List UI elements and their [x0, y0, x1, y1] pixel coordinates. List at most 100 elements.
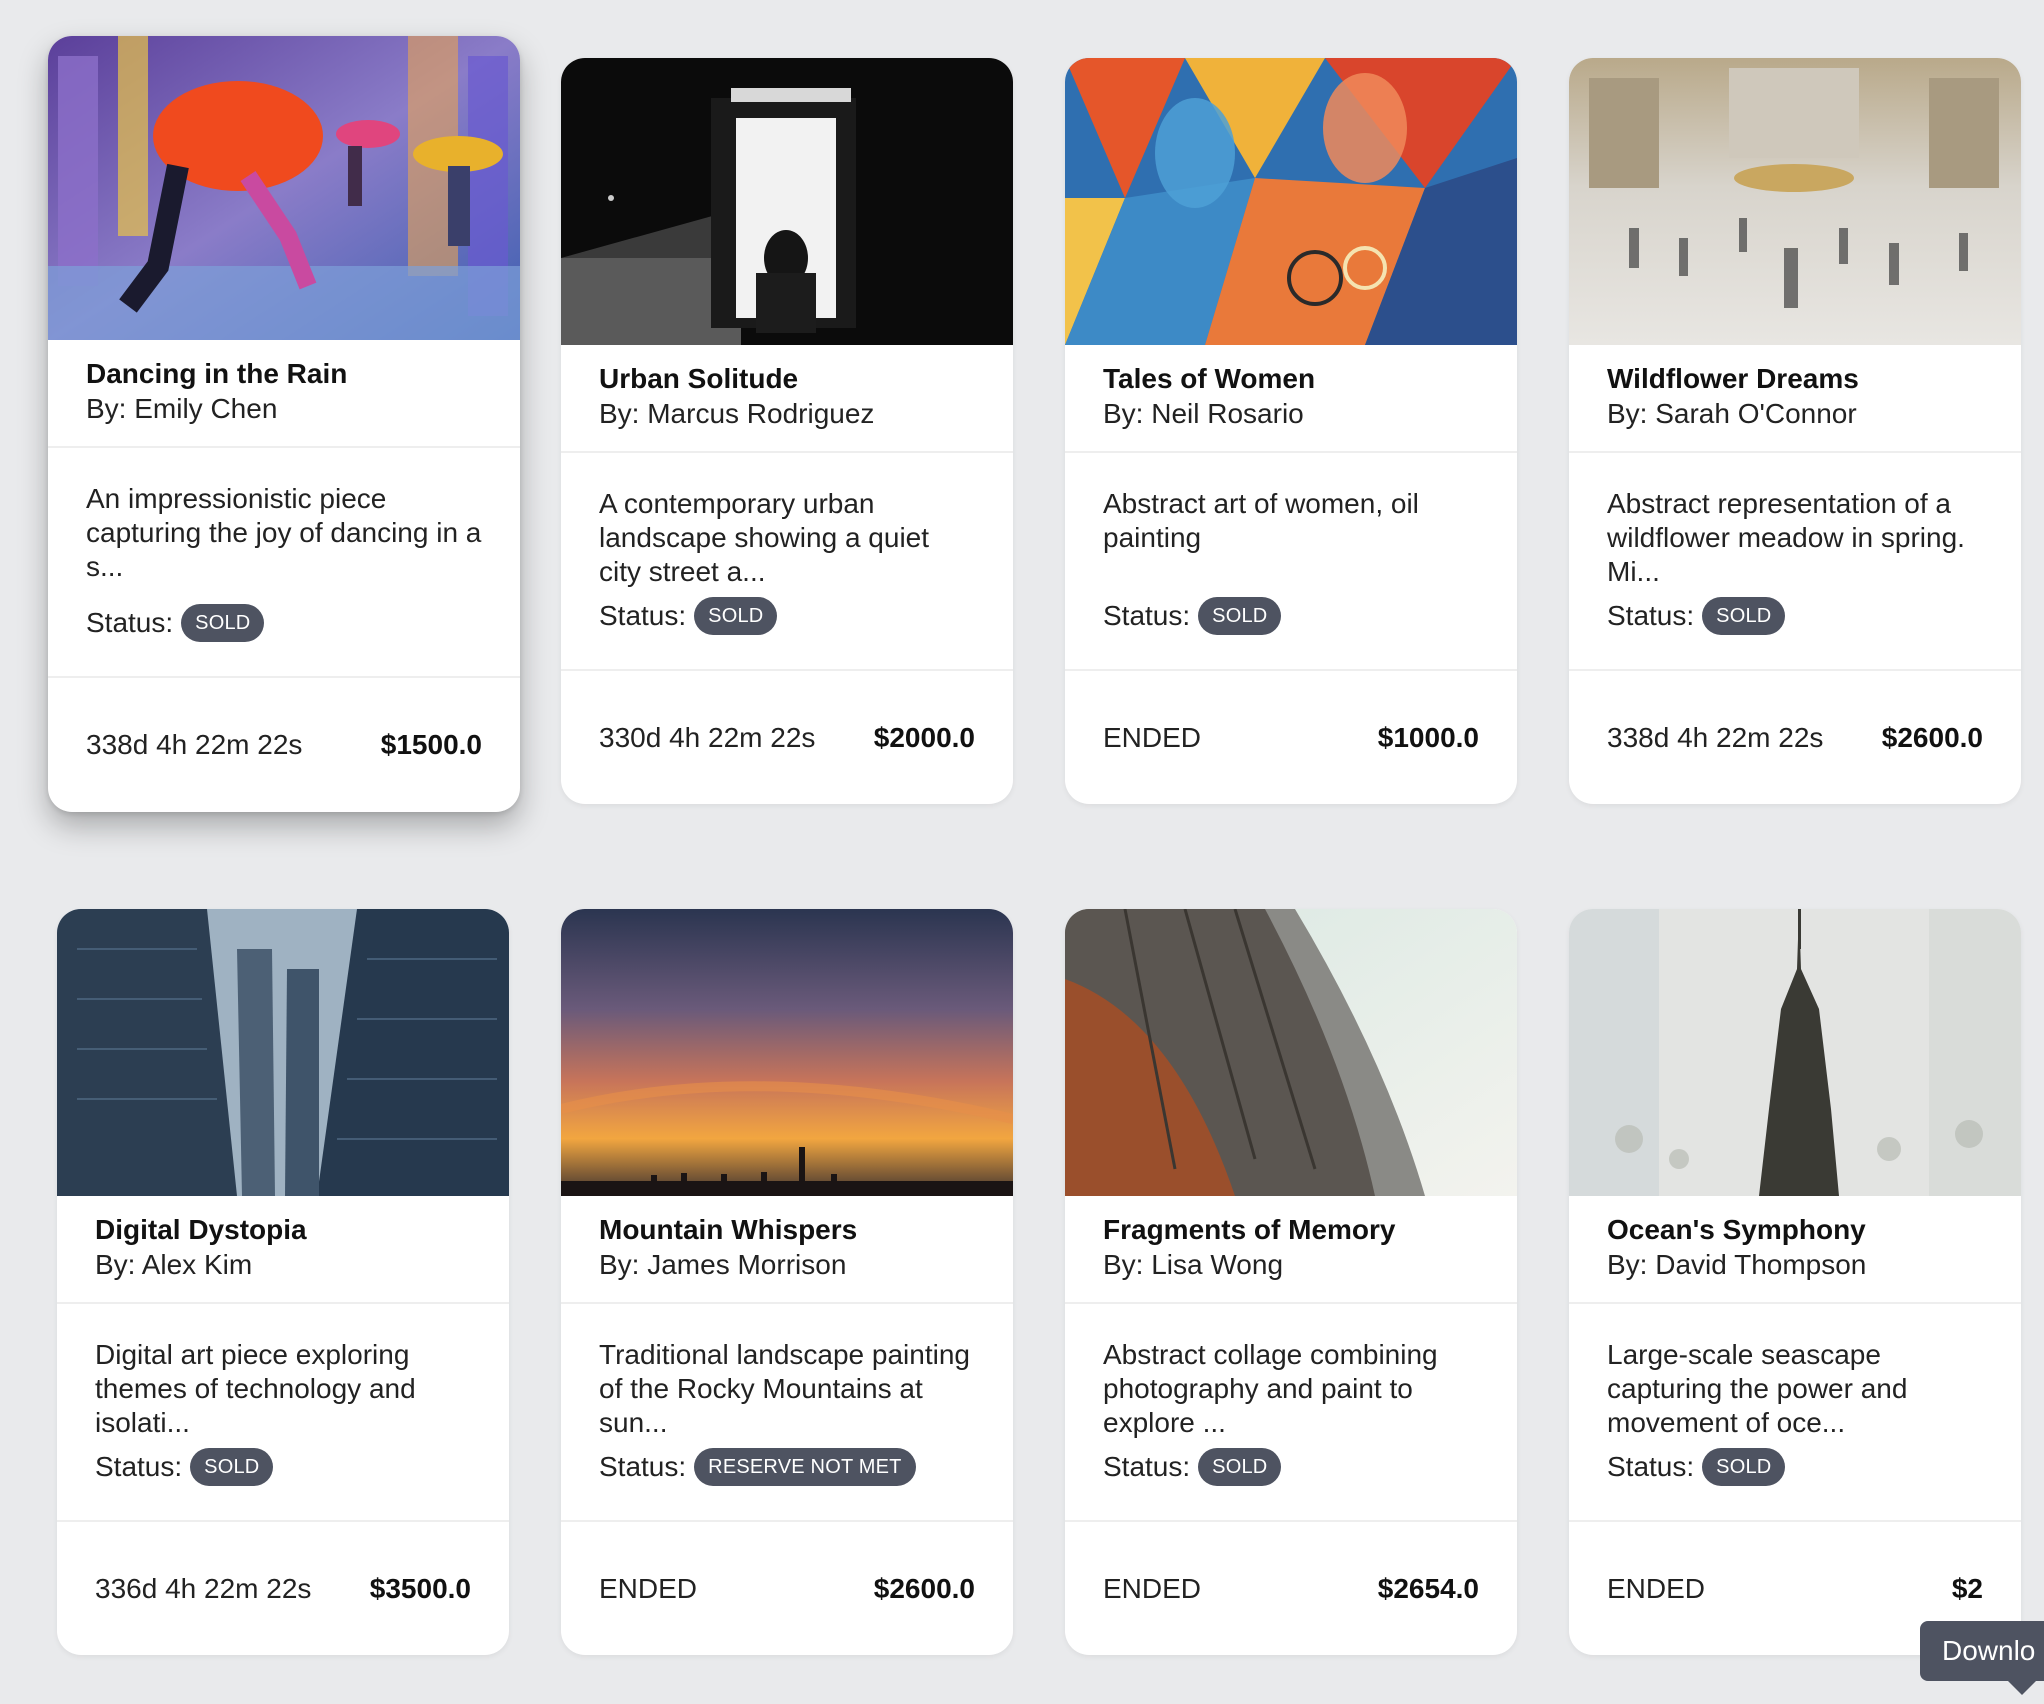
card-header: Digital Dystopia By: Alex Kim [57, 1196, 509, 1304]
artwork-description: Abstract representation of a wildflower … [1607, 488, 1965, 587]
artwork-card[interactable]: Wildflower Dreams By: Sarah O'Connor Abs… [1569, 58, 2021, 804]
card-header: Urban Solitude By: Marcus Rodriguez [561, 345, 1013, 453]
artist-name: By: Marcus Rodriguez [599, 398, 875, 429]
status-row: Status: SOLD [1607, 1448, 1786, 1486]
card-header: Dancing in the Rain By: Emily Chen [48, 340, 520, 448]
status-label: Status: [599, 600, 687, 631]
status-row: Status: SOLD [95, 1448, 274, 1486]
time-remaining: 338d 4h 22m 22s [1607, 721, 1824, 753]
artwork-image[interactable] [561, 58, 1013, 345]
price: $2000.0 [873, 721, 975, 753]
status-badge: RESERVE NOT MET [694, 1448, 916, 1486]
artwork-description: Digital art piece exploring themes of te… [95, 1339, 416, 1438]
artwork-title[interactable]: Digital Dystopia [95, 1212, 471, 1248]
price: $1000.0 [1377, 721, 1479, 753]
artwork-image[interactable] [48, 36, 520, 340]
status-badge: SOLD [1702, 597, 1786, 635]
status-label: Status: [1607, 600, 1695, 631]
status-label: Status: [599, 1451, 687, 1482]
artwork-image[interactable] [1569, 58, 2021, 345]
price: $2600.0 [873, 1572, 975, 1604]
price: $2654.0 [1377, 1572, 1479, 1604]
artwork-image[interactable] [57, 909, 509, 1196]
status-label: Status: [1103, 600, 1191, 631]
artwork-card[interactable]: Tales of Women By: Neil Rosario Abstract… [1065, 58, 1517, 804]
status-label: Status: [86, 607, 174, 638]
artist-name: By: Sarah O'Connor [1607, 398, 1857, 429]
time-remaining: ENDED [1103, 721, 1202, 753]
artist-name: By: Emily Chen [86, 393, 278, 424]
card-header: Ocean's Symphony By: David Thompson [1569, 1196, 2021, 1304]
artwork-title[interactable]: Urban Solitude [599, 361, 975, 397]
artwork-image[interactable] [1569, 909, 2021, 1196]
artwork-title[interactable]: Ocean's Symphony [1607, 1212, 1983, 1248]
status-badge: SOLD [1702, 1448, 1786, 1486]
price: $2600.0 [1881, 721, 1983, 753]
card-footer: 338d 4h 22m 22s $1500.0 [48, 678, 520, 812]
artist-name: By: Alex Kim [95, 1249, 253, 1280]
artwork-description: An impressionistic piece capturing the j… [86, 483, 482, 582]
card-body: An impressionistic piece capturing the j… [48, 448, 520, 678]
download-tooltip: Downlo [1920, 1621, 2044, 1695]
artist-name: By: Lisa Wong [1103, 1249, 1284, 1280]
artwork-card[interactable]: Digital Dystopia By: Alex Kim Digital ar… [57, 909, 509, 1655]
artwork-card[interactable]: Dancing in the Rain By: Emily Chen An im… [48, 36, 520, 812]
card-body: Digital art piece exploring themes of te… [57, 1304, 509, 1522]
status-row: Status: RESERVE NOT MET [599, 1448, 916, 1486]
card-body: Abstract representation of a wildflower … [1569, 453, 2021, 671]
status-badge: SOLD [190, 1448, 274, 1486]
artwork-title[interactable]: Wildflower Dreams [1607, 361, 1983, 397]
artist-name: By: James Morrison [599, 1249, 847, 1280]
artwork-title[interactable]: Fragments of Memory [1103, 1212, 1479, 1248]
status-row: Status: SOLD [86, 604, 265, 642]
price: $2 [1951, 1572, 1983, 1604]
artwork-title[interactable]: Tales of Women [1103, 361, 1479, 397]
artwork-title[interactable]: Dancing in the Rain [86, 356, 482, 392]
artwork-image[interactable] [1065, 58, 1517, 345]
artwork-title[interactable]: Mountain Whispers [599, 1212, 975, 1248]
artwork-card[interactable]: Fragments of Memory By: Lisa Wong Abstra… [1065, 909, 1517, 1655]
artist-name: By: David Thompson [1607, 1249, 1867, 1280]
card-header: Fragments of Memory By: Lisa Wong [1065, 1196, 1517, 1304]
artwork-image[interactable] [561, 909, 1013, 1196]
card-header: Mountain Whispers By: James Morrison [561, 1196, 1013, 1304]
artwork-card[interactable]: Mountain Whispers By: James Morrison Tra… [561, 909, 1013, 1655]
card-footer: ENDED $2600.0 [561, 1522, 1013, 1655]
artwork-description: A contemporary urban landscape showing a… [599, 488, 930, 587]
time-remaining: ENDED [599, 1572, 698, 1604]
price: $1500.0 [380, 729, 482, 760]
artwork-description: Traditional landscape painting of the Ro… [599, 1339, 970, 1438]
artwork-image[interactable] [1065, 909, 1517, 1196]
status-row: Status: SOLD [1103, 597, 1282, 635]
card-body: Abstract art of women, oil painting Stat… [1065, 453, 1517, 671]
card-footer: 338d 4h 22m 22s $2600.0 [1569, 671, 2021, 804]
artwork-description: Abstract art of women, oil painting [1103, 488, 1419, 553]
artwork-description: Abstract collage combining photography a… [1103, 1339, 1438, 1438]
status-badge: SOLD [181, 604, 265, 642]
card-footer: 336d 4h 22m 22s $3500.0 [57, 1522, 509, 1655]
card-footer: ENDED $2654.0 [1065, 1522, 1517, 1655]
status-badge: SOLD [1198, 1448, 1282, 1486]
card-footer: 330d 4h 22m 22s $2000.0 [561, 671, 1013, 804]
status-label: Status: [95, 1451, 183, 1482]
artwork-card[interactable]: Urban Solitude By: Marcus Rodriguez A co… [561, 58, 1013, 804]
artwork-description: Large-scale seascape capturing the power… [1607, 1339, 1908, 1438]
artwork-card[interactable]: Ocean's Symphony By: David Thompson Larg… [1569, 909, 2021, 1655]
status-row: Status: SOLD [599, 597, 778, 635]
status-row: Status: SOLD [1103, 1448, 1282, 1486]
status-label: Status: [1607, 1451, 1695, 1482]
artist-name: By: Neil Rosario [1103, 398, 1304, 429]
card-body: Large-scale seascape capturing the power… [1569, 1304, 2021, 1522]
status-badge: SOLD [1198, 597, 1282, 635]
time-remaining: 338d 4h 22m 22s [86, 729, 303, 760]
card-body: A contemporary urban landscape showing a… [561, 453, 1013, 671]
card-header: Wildflower Dreams By: Sarah O'Connor [1569, 345, 2021, 453]
time-remaining: ENDED [1103, 1572, 1202, 1604]
card-footer: ENDED $1000.0 [1065, 671, 1517, 804]
status-label: Status: [1103, 1451, 1191, 1482]
time-remaining: ENDED [1607, 1572, 1706, 1604]
card-header: Tales of Women By: Neil Rosario [1065, 345, 1517, 453]
status-badge: SOLD [694, 597, 778, 635]
time-remaining: 336d 4h 22m 22s [95, 1572, 312, 1604]
card-body: Traditional landscape painting of the Ro… [561, 1304, 1013, 1522]
